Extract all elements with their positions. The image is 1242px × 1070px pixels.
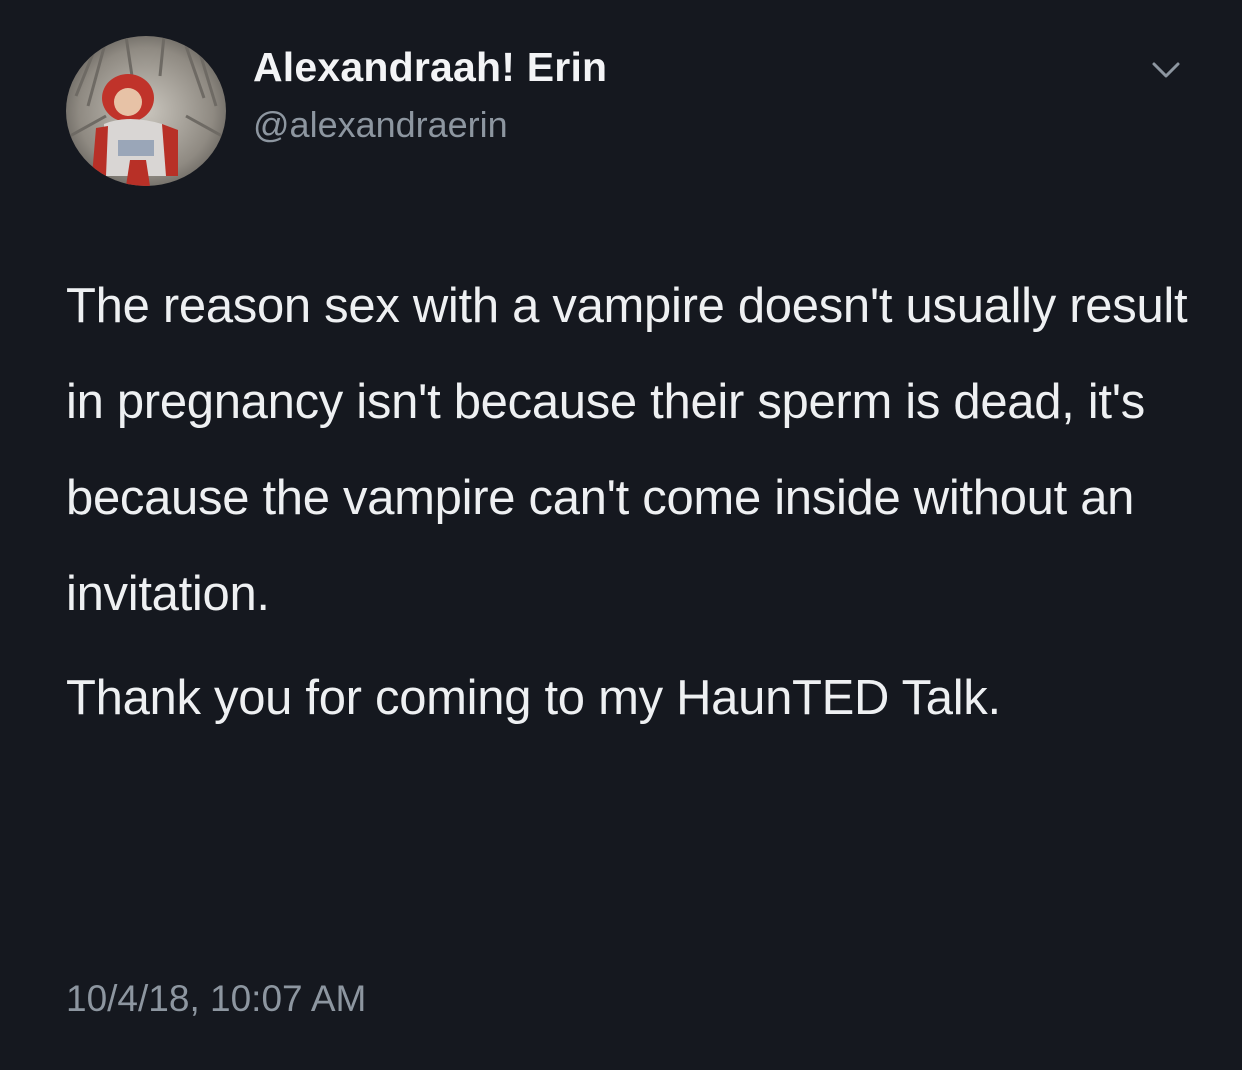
tweet-card: Alexandraah! Erin @alexandraerin The rea…: [0, 0, 1242, 1070]
tweet-paragraph: Thank you for coming to my HaunTED Talk.: [66, 671, 1001, 725]
tweet-timestamp[interactable]: 10/4/18, 10:07 AM: [66, 978, 366, 1020]
author-display-name[interactable]: Alexandraah! Erin: [253, 44, 607, 91]
avatar-image: [66, 36, 226, 186]
author-handle[interactable]: @alexandraerin: [253, 104, 508, 146]
avatar[interactable]: [66, 36, 226, 186]
tweet-text: The reason sex with a vampire doesn't us…: [66, 258, 1216, 746]
tweet-paragraph: The reason sex with a vampire doesn't us…: [66, 279, 1188, 621]
chevron-down-icon[interactable]: [1148, 58, 1184, 82]
